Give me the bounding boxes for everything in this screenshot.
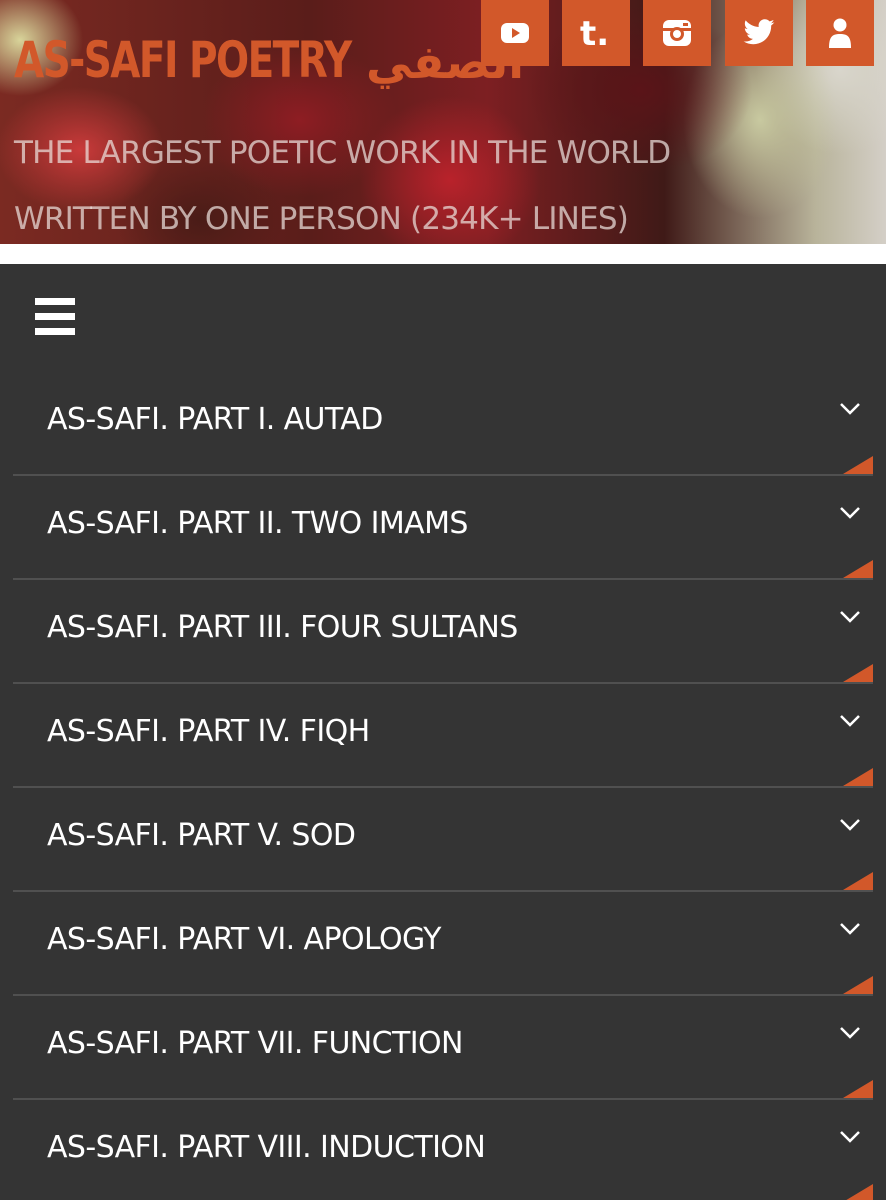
menu-item-part-8[interactable]: AS-SAFI. PART VIII. INDUCTION xyxy=(13,1100,873,1200)
menu-item-label[interactable]: AS-SAFI. PART VI. APOLOGY xyxy=(47,920,442,960)
menu-item-label[interactable]: AS-SAFI. PART II. TWO IMAMS xyxy=(47,504,468,544)
menu-item-part-5[interactable]: AS-SAFI. PART V. SOD xyxy=(13,788,873,892)
menu-item-label[interactable]: AS-SAFI. PART I. AUTAD xyxy=(47,400,383,440)
hamburger-menu-icon[interactable] xyxy=(35,298,75,338)
tumblr-icon: t. xyxy=(580,14,609,53)
menu-item-part-3[interactable]: AS-SAFI. PART III. FOUR SULTANS xyxy=(13,580,873,684)
youtube-link[interactable] xyxy=(481,0,549,66)
page: AS-SAFI POETRY الصفي THE LARGEST POETIC … xyxy=(0,0,886,1200)
menu-item-part-2[interactable]: AS-SAFI. PART II. TWO IMAMS xyxy=(13,476,873,580)
site-tagline: THE LARGEST POETIC WORK IN THE WORLD WRI… xyxy=(14,135,671,237)
site-title[interactable]: AS-SAFI POETRY xyxy=(14,28,352,92)
corner-accent xyxy=(843,976,873,994)
header-separator xyxy=(0,244,886,264)
menu-item-part-7[interactable]: AS-SAFI. PART VII. FUNCTION xyxy=(13,996,873,1100)
chevron-down-icon[interactable] xyxy=(839,818,861,832)
corner-accent xyxy=(843,456,873,474)
chevron-down-icon[interactable] xyxy=(839,610,861,624)
twitter-icon xyxy=(743,19,775,45)
chevron-down-icon[interactable] xyxy=(839,922,861,936)
chevron-down-icon[interactable] xyxy=(839,506,861,520)
site-header: AS-SAFI POETRY الصفي THE LARGEST POETIC … xyxy=(0,0,886,244)
svg-text:t.: t. xyxy=(580,14,609,53)
corner-accent xyxy=(843,768,873,786)
user-link[interactable] xyxy=(806,0,874,66)
menu-item-label[interactable]: AS-SAFI. PART VIII. INDUCTION xyxy=(47,1128,486,1168)
menu-item-label[interactable]: AS-SAFI. PART IV. FIQH xyxy=(47,712,370,752)
menu-item-part-1[interactable]: AS-SAFI. PART I. AUTAD xyxy=(13,372,873,476)
main-navigation: AS-SAFI. PART I. AUTAD AS-SAFI. PART II.… xyxy=(0,264,886,1200)
chevron-down-icon[interactable] xyxy=(839,402,861,416)
corner-accent xyxy=(843,872,873,890)
corner-accent xyxy=(843,560,873,578)
twitter-link[interactable] xyxy=(725,0,793,66)
menu-item-label[interactable]: AS-SAFI. PART VII. FUNCTION xyxy=(47,1024,463,1064)
chevron-down-icon[interactable] xyxy=(839,714,861,728)
menu-item-label[interactable]: AS-SAFI. PART III. FOUR SULTANS xyxy=(47,608,518,648)
chevron-down-icon[interactable] xyxy=(839,1130,861,1144)
corner-accent xyxy=(843,664,873,682)
instagram-icon xyxy=(663,20,691,46)
youtube-icon xyxy=(501,23,529,43)
menu-item-part-4[interactable]: AS-SAFI. PART IV. FIQH xyxy=(13,684,873,788)
tumblr-link[interactable]: t. xyxy=(562,0,630,66)
menu-item-part-6[interactable]: AS-SAFI. PART VI. APOLOGY xyxy=(13,892,873,996)
corner-accent xyxy=(843,1184,873,1200)
menu-item-label[interactable]: AS-SAFI. PART V. SOD xyxy=(47,816,356,856)
corner-accent xyxy=(843,1080,873,1098)
chevron-down-icon[interactable] xyxy=(839,1026,861,1040)
nav-menu: AS-SAFI. PART I. AUTAD AS-SAFI. PART II.… xyxy=(13,372,873,1200)
user-icon xyxy=(829,18,851,48)
instagram-link[interactable] xyxy=(643,0,711,66)
